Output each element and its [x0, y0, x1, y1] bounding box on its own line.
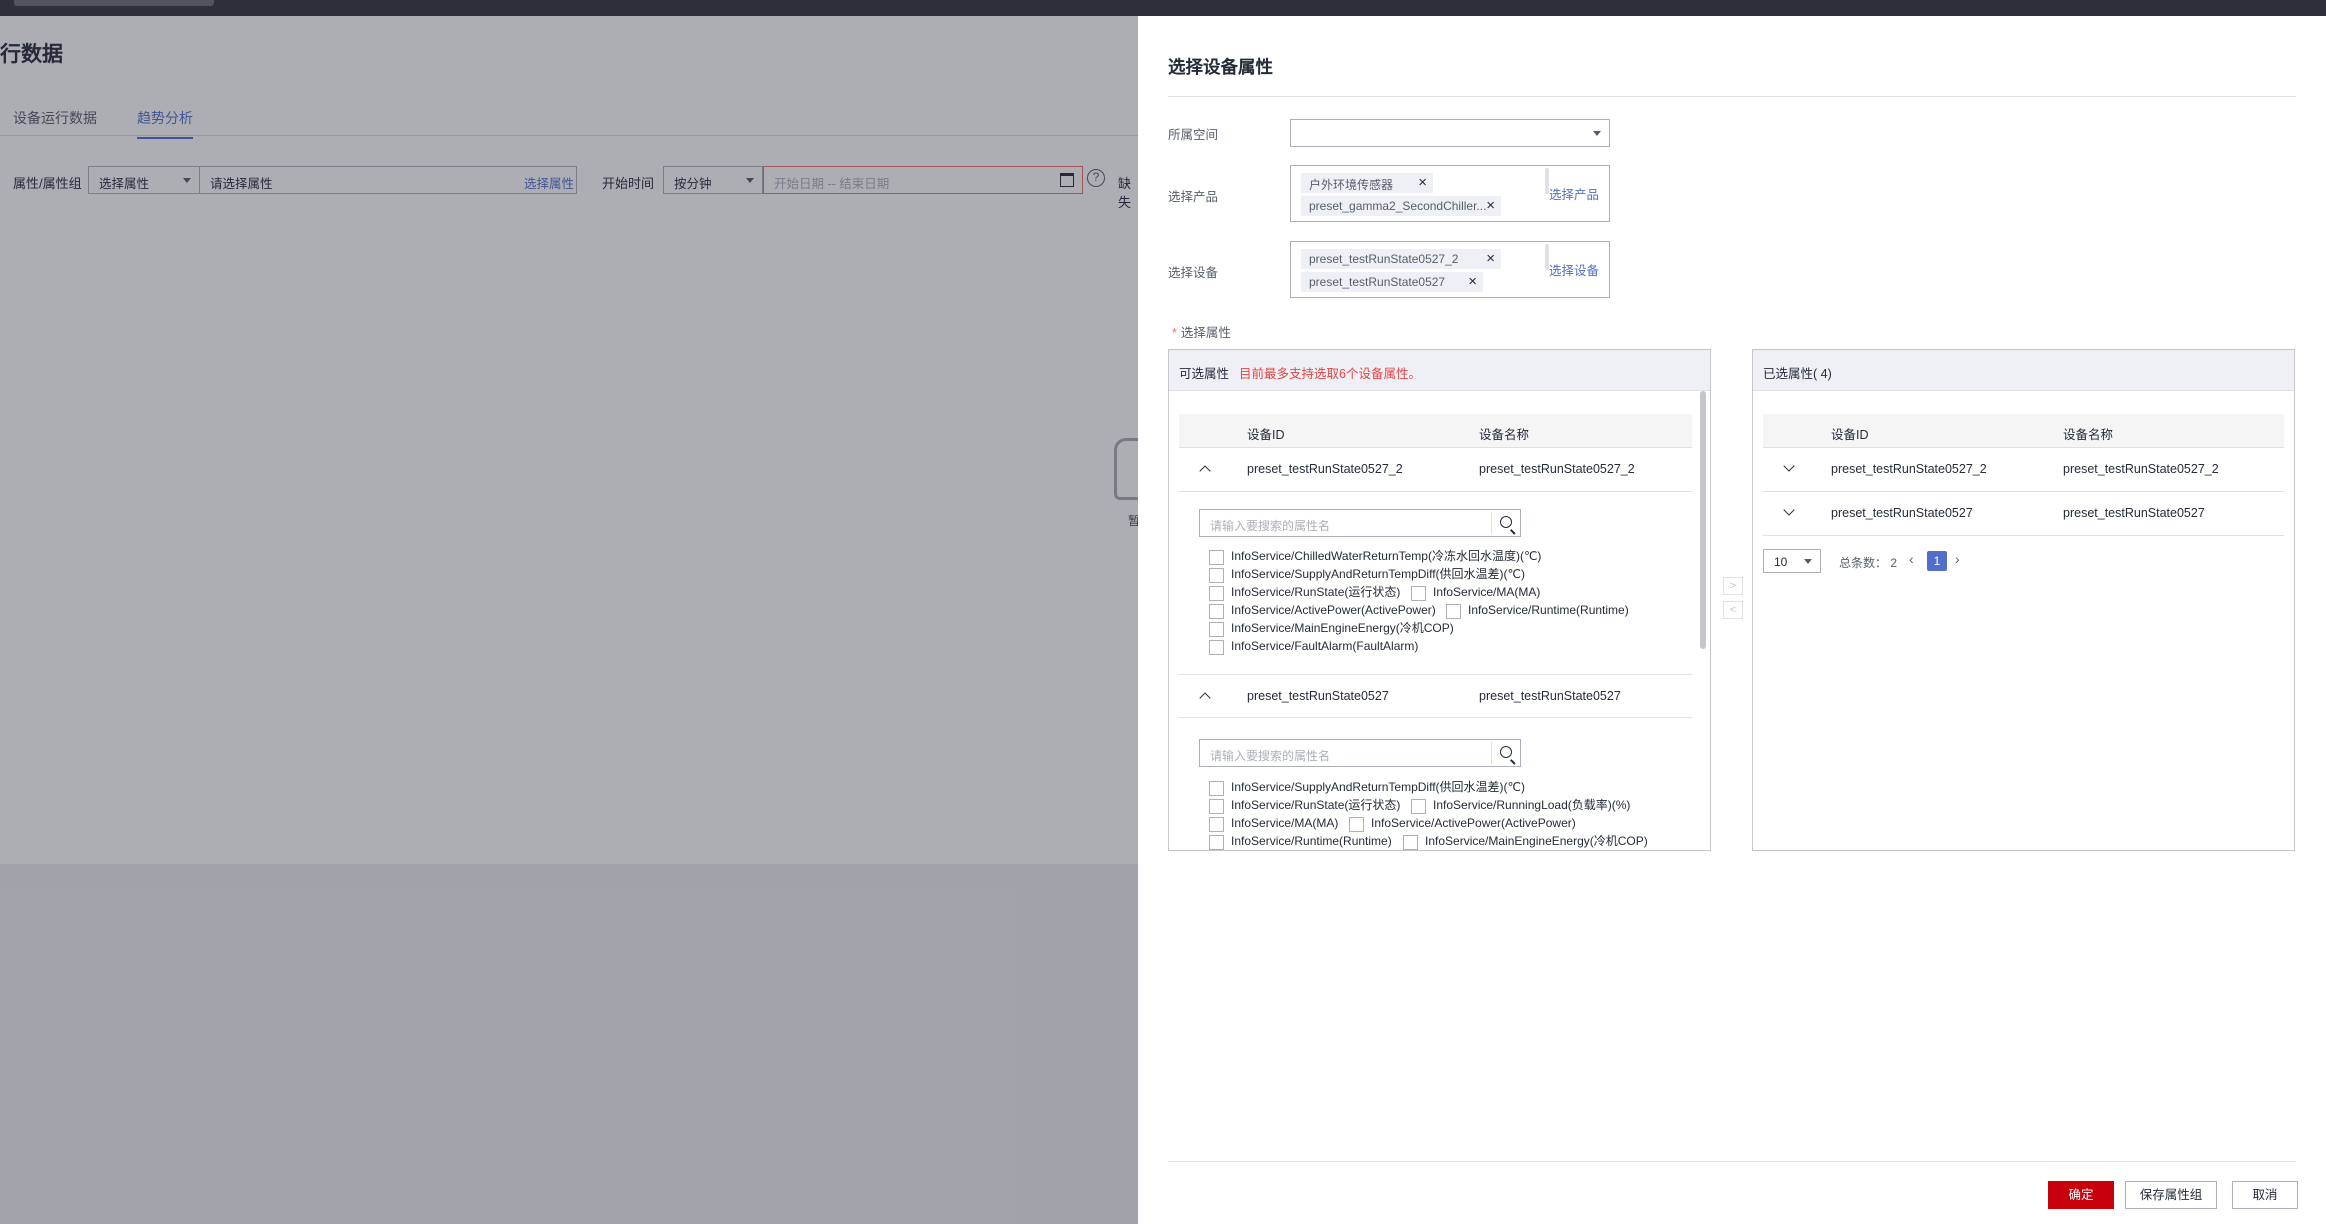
selected-attrs-panel: 已选属性( 4) 设备ID 设备名称 preset_testRunState05… [1752, 349, 2295, 851]
col-device-name: 设备名称 [1479, 428, 1530, 442]
chevron-down-icon[interactable] [1783, 504, 1795, 516]
chevron-down-icon[interactable] [1783, 460, 1795, 472]
col-device-name: 设备名称 [2063, 428, 2114, 442]
table-header: 设备ID 设备名称 [1763, 414, 2284, 448]
device-tag: preset_testRunState0527_2 × [1301, 249, 1501, 269]
product-tag: preset_gamma2_SecondChiller... × [1301, 196, 1501, 216]
close-icon[interactable]: × [1486, 197, 1495, 214]
close-icon[interactable]: × [1486, 250, 1495, 267]
top-bar [0, 0, 2326, 16]
attr-required-label: * 选择属性 [1172, 326, 1231, 340]
confirm-button[interactable]: 确定 [2048, 1181, 2114, 1209]
page-number-current[interactable]: 1 [1927, 551, 1947, 571]
attr-checkbox[interactable]: InfoService/FaultAlarm(FaultAlarm) [1209, 639, 1418, 655]
device-tag: preset_testRunState0527 × [1301, 272, 1483, 292]
close-icon[interactable]: × [1468, 273, 1477, 290]
scrollbar[interactable] [1700, 391, 1706, 649]
attr-checkbox[interactable]: InfoService/RunningLoad(负载率)(%) [1411, 798, 1630, 814]
cancel-button[interactable]: 取消 [2232, 1181, 2298, 1209]
table-row[interactable]: preset_testRunState0527_2 preset_testRun… [1763, 448, 2284, 492]
chevron-up-icon[interactable] [1199, 465, 1211, 477]
product-label: 选择产品 [1168, 190, 1219, 204]
attr-checkbox[interactable]: InfoService/SupplyAndReturnTempDiff(供回水温… [1209, 567, 1525, 583]
product-tag-box[interactable]: 户外环境传感器 × preset_gamma2_SecondChiller... ×… [1290, 165, 1610, 222]
attr-checkbox[interactable]: InfoService/MA(MA) [1209, 816, 1338, 832]
panel-header: 已选属性( 4) [1753, 350, 2294, 391]
attr-checkbox[interactable]: InfoService/RunState(运行状态) [1209, 798, 1400, 814]
table-row[interactable]: preset_testRunState0527 preset_testRunSt… [1763, 492, 2284, 536]
chevron-down-icon [1804, 559, 1812, 564]
col-device-id: 设备ID [1247, 428, 1285, 442]
total-count: 总条数： 2 [1839, 556, 1898, 570]
device-tag-box[interactable]: preset_testRunState0527_2 × preset_testRu… [1290, 241, 1610, 298]
divider [1491, 742, 1492, 764]
table-header: 设备ID 设备名称 [1179, 414, 1692, 448]
chevron-up-icon[interactable] [1199, 692, 1211, 704]
attr-checkbox[interactable]: InfoService/Runtime(Runtime) [1209, 834, 1392, 850]
attr-checkbox[interactable]: InfoService/MA(MA) [1411, 585, 1540, 601]
attr-search-input[interactable]: 请输入要搜索的属性名 [1199, 509, 1521, 537]
select-device-link[interactable]: 选择设备 [1549, 260, 1599, 279]
panel-header: 可选属性 目前最多支持选取6个设备属性。 [1169, 350, 1710, 391]
col-device-id: 设备ID [1831, 428, 1869, 442]
attr-checkbox[interactable]: InfoService/SupplyAndReturnTempDiff(供回水温… [1209, 780, 1525, 796]
next-page-icon[interactable]: › [1955, 551, 1960, 567]
move-left-button[interactable]: < [1723, 601, 1743, 619]
select-product-link[interactable]: 选择产品 [1549, 184, 1599, 203]
attr-checkbox[interactable]: InfoService/ActivePower(ActivePower) [1349, 816, 1576, 832]
move-right-button[interactable]: > [1723, 577, 1743, 595]
available-attrs-panel: 可选属性 目前最多支持选取6个设备属性。 设备ID 设备名称 preset_tes… [1168, 349, 1711, 851]
close-icon[interactable]: × [1418, 174, 1427, 191]
overlay-lower [0, 864, 1138, 1224]
device-label: 选择设备 [1168, 266, 1219, 280]
product-tag: 户外环境传感器 × [1301, 173, 1433, 193]
select-device-attr-drawer: 选择设备属性 所属空间 选择产品 户外环境传感器 × preset_gamma2_… [1138, 20, 2326, 1224]
prev-page-icon[interactable]: ‹ [1909, 551, 1914, 567]
space-select[interactable] [1290, 119, 1610, 147]
divider [1168, 96, 2296, 97]
drawer-title: 选择设备属性 [1168, 57, 1273, 77]
attr-search-input[interactable]: 请输入要搜索的属性名 [1199, 739, 1521, 767]
divider [1491, 512, 1492, 534]
attr-checkbox[interactable]: InfoService/ChilledWaterReturnTemp(冷冻水回水… [1209, 549, 1541, 565]
search-icon[interactable] [1500, 516, 1512, 528]
page-size-select[interactable]: 10 [1763, 549, 1821, 573]
attr-checkbox[interactable]: InfoService/Runtime(Runtime) [1446, 603, 1629, 619]
attr-checkbox[interactable]: InfoService/MainEngineEnergy(冷机COP) [1209, 621, 1454, 637]
save-attr-group-button[interactable]: 保存属性组 [2125, 1181, 2217, 1209]
limit-warning: 目前最多支持选取6个设备属性。 [1239, 367, 1421, 381]
space-label: 所属空间 [1168, 128, 1219, 142]
attr-checkbox[interactable]: InfoService/RunState(运行状态) [1209, 585, 1400, 601]
chevron-down-icon [1593, 131, 1601, 136]
search-icon[interactable] [1500, 746, 1512, 758]
device-row[interactable]: preset_testRunState0527_2 preset_testRun… [1179, 448, 1692, 492]
browser-tab[interactable] [14, 0, 214, 6]
attr-checkbox[interactable]: InfoService/MainEngineEnergy(冷机COP) [1403, 834, 1648, 850]
device-row[interactable]: preset_testRunState0527 preset_testRunSt… [1179, 674, 1692, 718]
attr-checkbox[interactable]: InfoService/ActivePower(ActivePower) [1209, 603, 1436, 619]
required-star: * [1172, 326, 1177, 340]
divider [1168, 1161, 2296, 1162]
